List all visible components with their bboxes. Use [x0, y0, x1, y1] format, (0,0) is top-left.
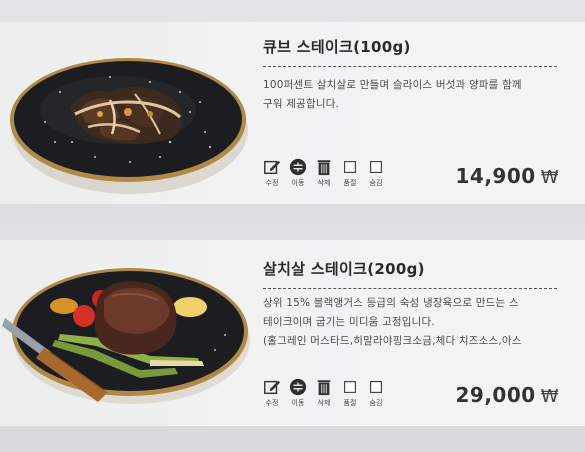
edit-icon — [264, 160, 281, 175]
menu-title: 큐브 스테이크(100g) — [263, 38, 411, 56]
menu-price: 29,000 ₩ — [455, 383, 559, 407]
move-icon — [289, 378, 307, 396]
menu-price: 14,900 ₩ — [455, 164, 559, 188]
menu-info: 큐브 스테이크(100g) 100퍼센트 살치살로 만들며 슬라이스 버섯과 양… — [253, 22, 565, 204]
menu-info: 살치살 스테이크(200g) 상위 15% 블랙앵거스 등급의 숙성 냉장육으로… — [253, 240, 565, 426]
soldout-checkbox[interactable]: 품절 — [339, 158, 361, 188]
action-bar: 수정 이동 삭제 품절 숨김 — [261, 378, 387, 408]
trash-icon — [317, 380, 331, 396]
checkbox-icon — [344, 161, 356, 173]
trash-icon — [317, 160, 331, 176]
currency-symbol: ₩ — [540, 167, 559, 188]
title-divider — [263, 288, 557, 289]
menu-description: 상위 15% 블랙앵거스 등급의 숙성 냉장육으로 만드는 스 테이크이며 굽기… — [263, 297, 522, 347]
edit-button[interactable]: 수정 — [261, 378, 283, 408]
edit-button[interactable]: 수정 — [261, 158, 283, 188]
menu-card: 살치살 스테이크(200g) 상위 15% 블랙앵거스 등급의 숙성 냉장육으로… — [0, 240, 585, 426]
move-button[interactable]: 이동 — [287, 378, 309, 408]
delete-button[interactable]: 삭제 — [313, 158, 335, 188]
title-divider — [263, 66, 557, 67]
action-bar: 수정 이동 삭제 품절 숨김 — [261, 158, 387, 188]
move-button[interactable]: 이동 — [287, 158, 309, 188]
hide-checkbox[interactable]: 숨김 — [365, 378, 387, 408]
cube-steak-photo — [10, 58, 248, 194]
menu-title: 살치살 스테이크(200g) — [263, 260, 425, 278]
checkbox-icon — [370, 161, 382, 173]
checkbox-icon — [370, 381, 382, 393]
soldout-checkbox[interactable]: 품절 — [339, 378, 361, 408]
sirloin-steak-photo — [2, 268, 250, 404]
currency-symbol: ₩ — [540, 386, 559, 407]
checkbox-icon — [344, 381, 356, 393]
delete-button[interactable]: 삭제 — [313, 378, 335, 408]
edit-icon — [264, 380, 281, 395]
menu-card: 큐브 스테이크(100g) 100퍼센트 살치살로 만들며 슬라이스 버섯과 양… — [0, 22, 585, 204]
menu-description: 100퍼센트 살치살로 만들며 슬라이스 버섯과 양파를 함께 구워 제공합니다… — [263, 79, 522, 110]
move-icon — [289, 158, 307, 176]
hide-checkbox[interactable]: 숨김 — [365, 158, 387, 188]
